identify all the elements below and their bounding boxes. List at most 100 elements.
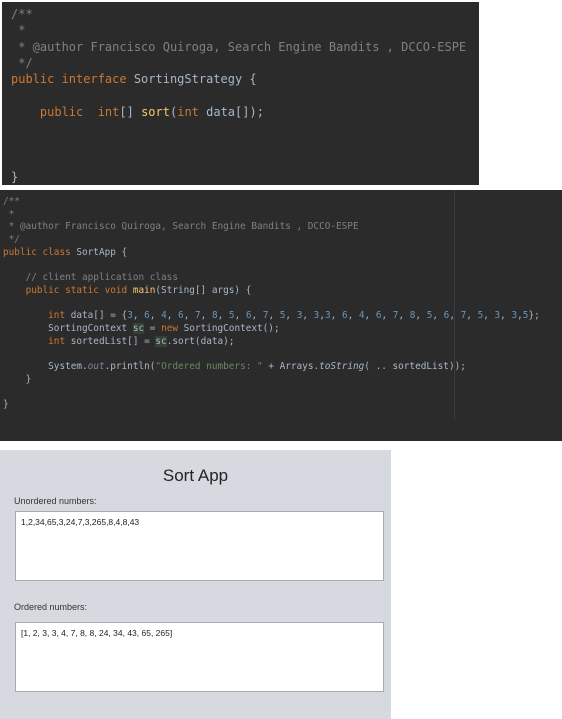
code-token: int <box>3 335 71 347</box>
code-token: System. <box>3 361 88 373</box>
code-token: , <box>398 310 410 322</box>
code-token: [] <box>119 104 142 119</box>
code-token: , <box>183 310 195 322</box>
code-line: * <box>11 22 466 38</box>
code-token: , <box>217 310 229 322</box>
code-token: SortingContext(); <box>183 323 280 335</box>
code-line: } <box>3 374 540 387</box>
code-token: * <box>11 23 26 38</box>
code-token: SortingContext <box>3 323 133 335</box>
code-token: , <box>381 310 393 322</box>
code-line: public int[] sort(int data[]); <box>11 104 466 120</box>
code-line: public class SortApp { <box>3 247 540 260</box>
unordered-label: Unordered numbers: <box>14 496 97 506</box>
code-token: , <box>500 310 512 322</box>
code-token: "Ordered numbers: " <box>155 361 263 373</box>
code-token: out <box>87 361 105 373</box>
code-lines: /** * * @author Francisco Quiroga, Searc… <box>11 6 466 185</box>
code-token: ( .. sortedList)); <box>364 361 466 373</box>
code-token: , <box>268 310 280 322</box>
code-token: , <box>415 310 427 322</box>
code-token: main <box>132 284 156 296</box>
code-line: } <box>3 399 540 412</box>
code-token: * @author Francisco Quiroga, Search Engi… <box>11 39 467 54</box>
code-token: new <box>161 323 184 335</box>
code-token: * <box>3 208 15 220</box>
code-token: , <box>330 310 342 322</box>
code-token: SortingStrategy { <box>133 72 257 87</box>
code-token: .println( <box>104 361 156 373</box>
code-line: */ <box>11 55 466 71</box>
code-token: , <box>466 310 478 322</box>
code-line: SortingContext sc = new SortingContext()… <box>3 323 540 336</box>
code-token: public interface <box>11 72 134 87</box>
code-token: sortedList[] = <box>70 335 156 347</box>
code-token: , <box>483 310 495 322</box>
code-token: , <box>200 310 212 322</box>
code-token: data[] = { <box>70 310 128 322</box>
code-token: toString <box>319 361 365 373</box>
code-token: public static void <box>3 284 133 296</box>
code-token: public class <box>3 246 77 258</box>
code-token: , <box>432 310 444 322</box>
code-token: , <box>166 310 179 322</box>
app-title: Sort App <box>162 466 229 485</box>
code-line: * @author Francisco Quiroga, Search Engi… <box>3 221 540 234</box>
code-line: * <box>3 209 540 222</box>
code-line: public interface SortingStrategy { <box>11 71 466 87</box>
code-line: System.out.println("Ordered numbers: " +… <box>3 361 540 374</box>
code-token: } <box>3 399 9 411</box>
code-token: /** <box>3 196 20 207</box>
ordered-numbers-textarea[interactable]: [1, 2, 3, 3, 4, 7, 8, 8, 24, 34, 43, 65,… <box>15 622 384 692</box>
code-token: }; <box>528 310 540 322</box>
code-line: */ <box>3 234 540 247</box>
code-token: = <box>144 323 162 335</box>
unordered-numbers-textarea[interactable]: 1,2,34,65,3,24,7,3,265,8,4,8,43 <box>15 511 384 581</box>
code-line: /** <box>3 196 540 209</box>
code-token: , <box>251 310 263 322</box>
code-token: public int <box>39 104 120 119</box>
code-token: sort <box>141 104 170 119</box>
code-line: int sortedList[] = sc.sort(data); <box>3 335 540 349</box>
code-token: // client application class <box>3 272 178 284</box>
code-token: } <box>3 373 32 385</box>
code-token: int <box>177 104 207 119</box>
code-editor-sorting-strategy[interactable]: /** * * @author Francisco Quiroga, Searc… <box>2 2 479 185</box>
code-token: , <box>449 310 461 322</box>
code-line: /** <box>11 6 466 22</box>
code-token: (String[] args) { <box>155 284 252 296</box>
code-token: data[]); <box>206 104 264 119</box>
code-token: sc <box>132 323 145 335</box>
code-token: sc <box>155 335 167 347</box>
code-token: , <box>234 310 246 322</box>
code-token: } <box>11 169 19 184</box>
code-line: * @author Francisco Quiroga, Search Engi… <box>11 39 466 55</box>
code-line: public static void main(String[] args) { <box>3 285 540 298</box>
code-editor-sort-app[interactable]: /** * * @author Francisco Quiroga, Searc… <box>0 190 562 441</box>
code-token: , <box>285 310 297 322</box>
code-token: , <box>302 310 314 322</box>
code-line: // client application class <box>3 272 540 285</box>
code-token: SortApp { <box>76 246 128 258</box>
code-token: .sort(data); <box>166 335 235 347</box>
code-token: */ <box>11 55 33 70</box>
sort-app-window: Sort App Unordered numbers: 1,2,34,65,3,… <box>0 450 391 719</box>
code-token: , <box>364 310 376 322</box>
code-token: * @author Francisco Quiroga, Search Engi… <box>3 221 359 233</box>
code-token: */ <box>3 234 20 246</box>
code-token: int <box>3 310 71 322</box>
code-line: int data[] = {3, 6, 4, 6, 7, 8, 5, 6, 7,… <box>3 310 540 323</box>
ordered-label: Ordered numbers: <box>14 602 88 612</box>
code-token: + Arrays. <box>262 361 320 373</box>
code-token: /** <box>11 7 33 21</box>
code-token: , <box>347 310 359 322</box>
code-lines: /** * * @author Francisco Quiroga, Searc… <box>3 196 540 412</box>
code-token: , <box>132 310 145 322</box>
